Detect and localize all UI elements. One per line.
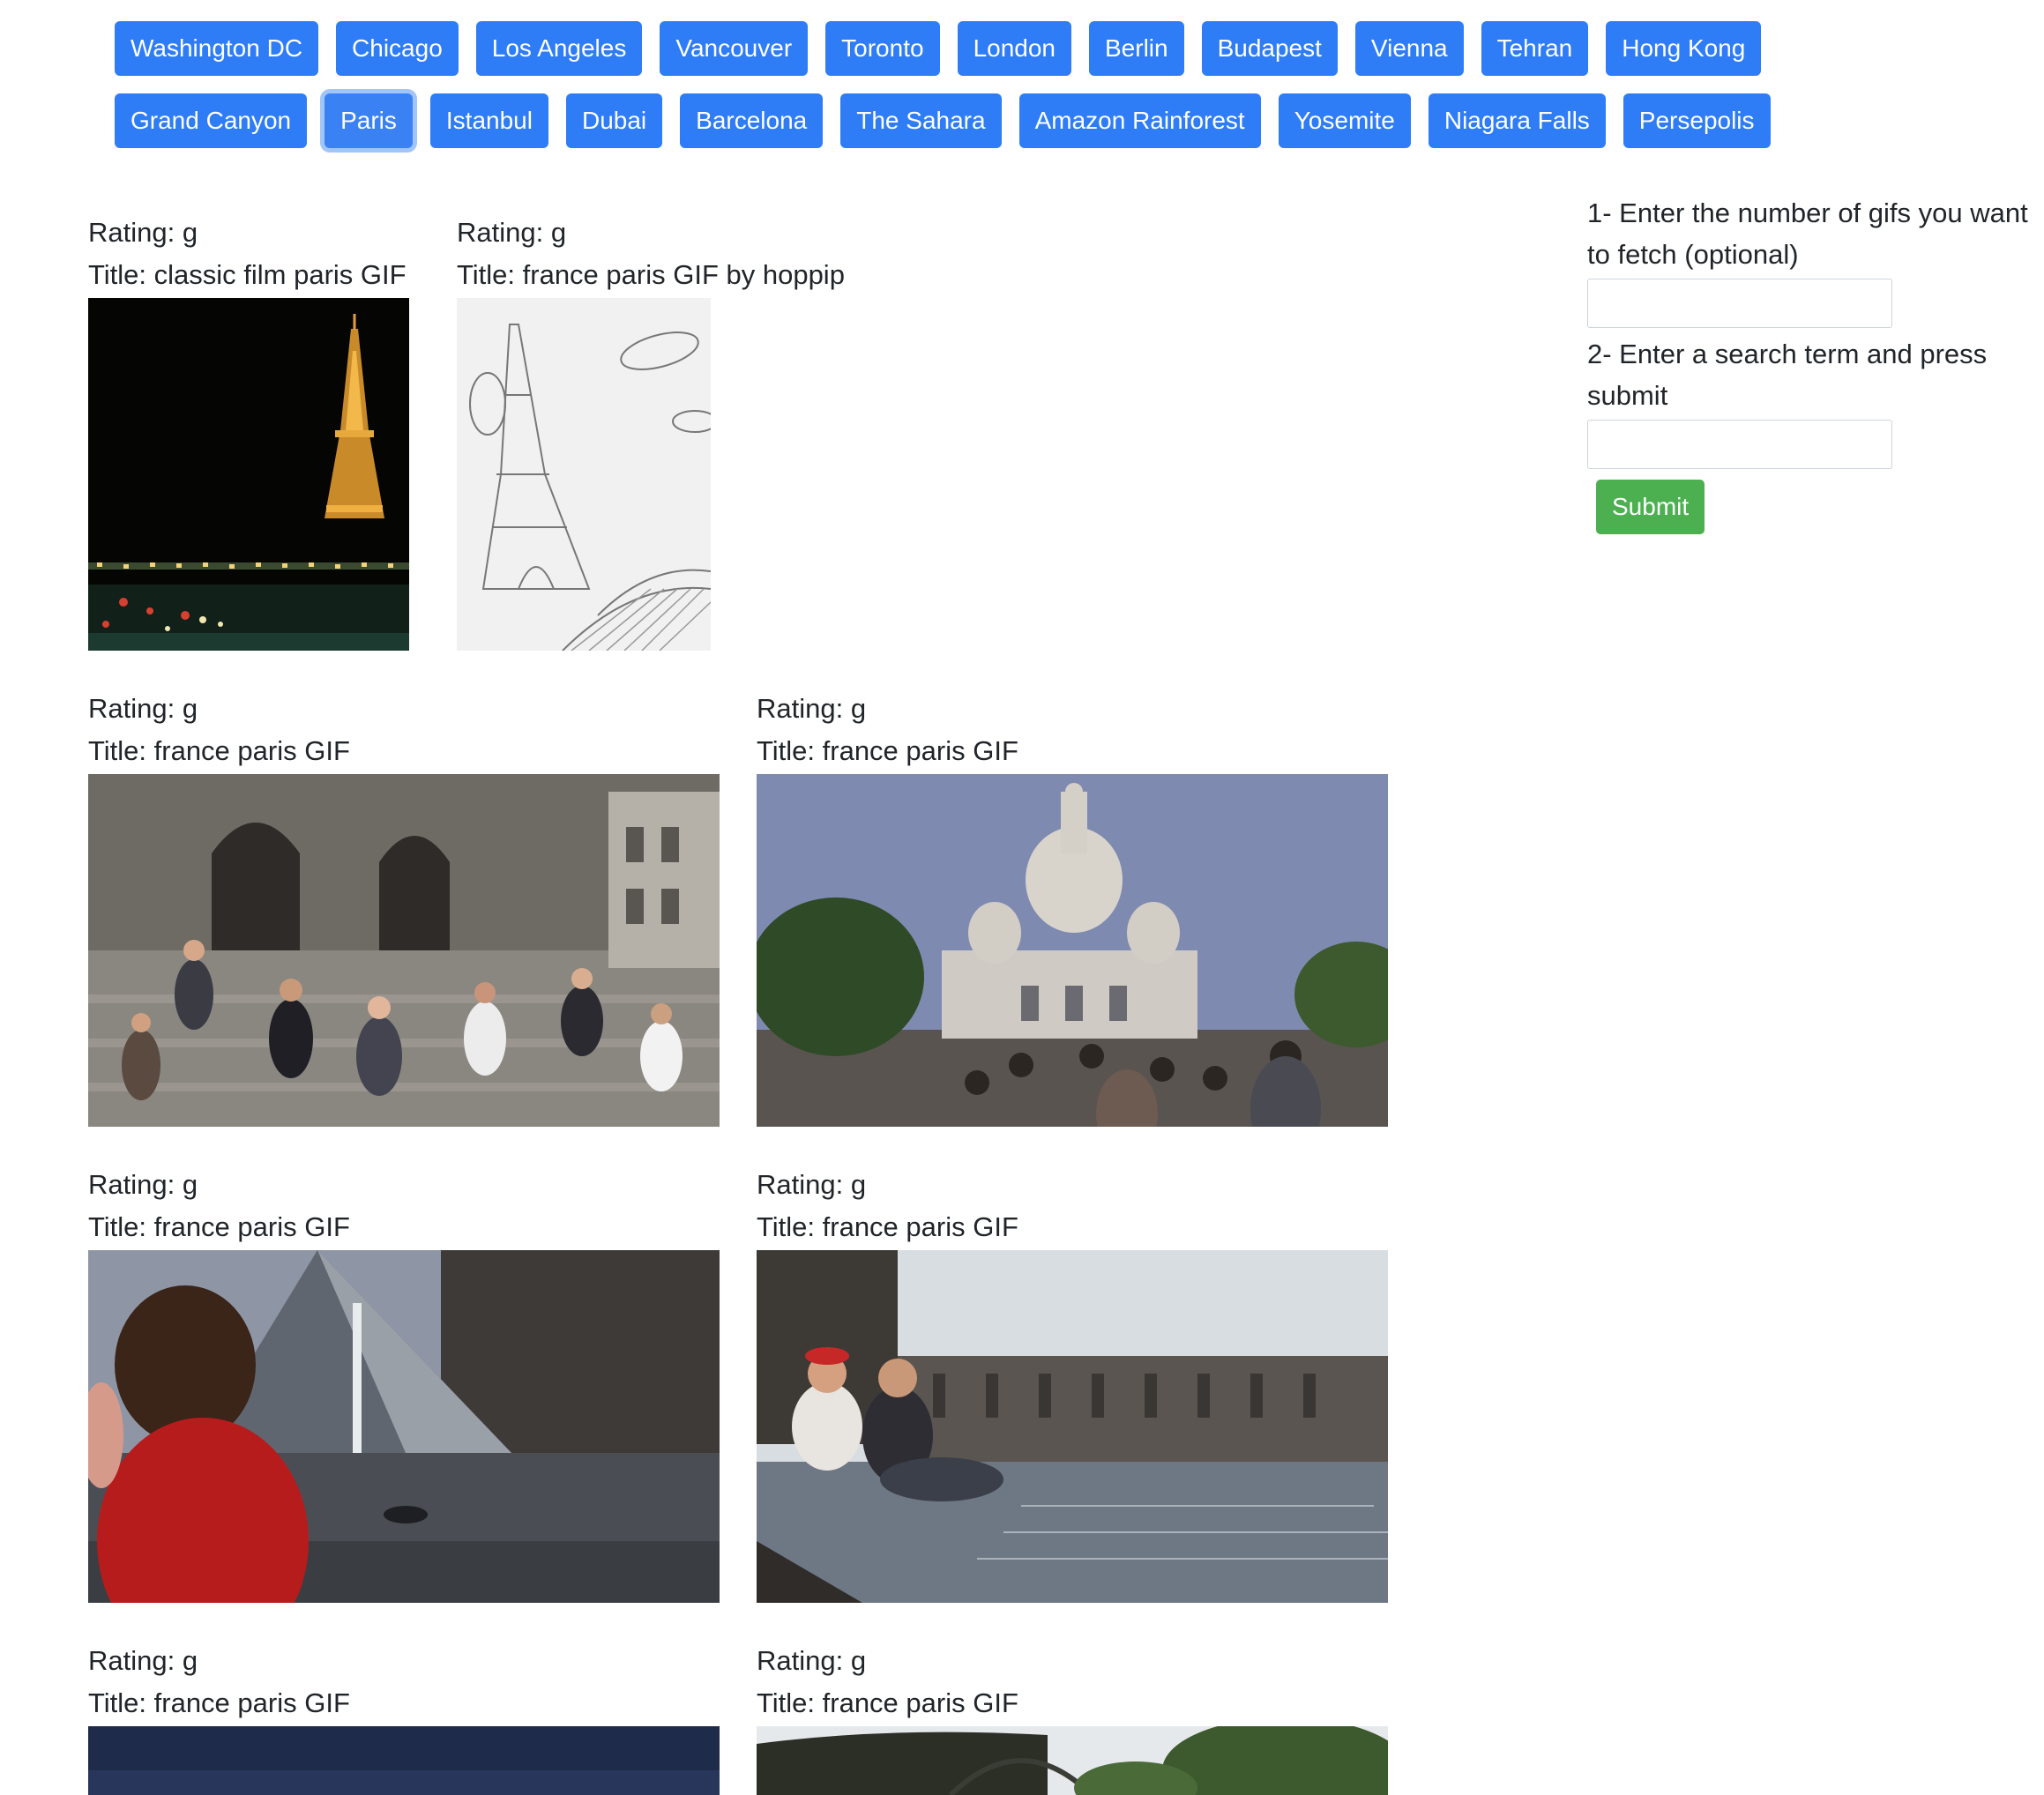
gif-card: Rating: g Title: classic film paris GIF [88,212,409,651]
gif-title: Title: france paris GIF [88,1211,350,1242]
gif-image[interactable] [457,298,711,651]
topic-button-grand-canyon[interactable]: Grand Canyon [115,93,308,148]
gif-card: Rating: g Title: france paris GIF [757,1640,1388,1795]
topic-buttons-row-2: Grand Canyon Paris Istanbul Dubai Barcel… [115,93,1771,148]
gif-title: Title: france paris GIF [757,1687,1018,1718]
topic-button-vienna[interactable]: Vienna [1354,21,1464,76]
gif-rating: Rating: g [757,693,867,724]
gif-rating: Rating: g [757,1645,867,1676]
topic-button-niagara-falls[interactable]: Niagara Falls [1428,93,1606,148]
gif-count-input[interactable] [1587,279,1892,328]
gif-image[interactable] [88,298,409,651]
topic-button-berlin[interactable]: Berlin [1089,21,1184,76]
topic-button-paris[interactable]: Paris [325,93,413,148]
gif-rating: Rating: g [88,217,198,248]
gif-image[interactable] [88,1726,720,1795]
topic-button-los-angeles[interactable]: Los Angeles [475,21,643,76]
gif-count-label: 1- Enter the number of gifs you want to … [1587,197,2028,270]
gif-title: Title: france paris GIF [88,735,350,766]
gif-card: Rating: g Title: france paris GIF [757,1164,1388,1603]
gif-card: Rating: g Title: france paris GIF [88,1164,720,1603]
gif-card: Rating: g Title: france paris GIF [757,688,1388,1127]
gif-card: Rating: g Title: france paris GIF [88,1640,720,1795]
gif-rating: Rating: g [88,1169,198,1200]
topic-button-amazon-rainforest[interactable]: Amazon Rainforest [1018,93,1261,148]
topic-button-budapest[interactable]: Budapest [1201,21,1338,76]
topic-button-yosemite[interactable]: Yosemite [1278,93,1411,148]
gif-image[interactable] [757,1726,1388,1795]
gif-image[interactable] [757,1250,1388,1603]
topic-button-persepolis[interactable]: Persepolis [1623,93,1771,148]
topic-button-toronto[interactable]: Toronto [825,21,940,76]
topic-buttons-row-1: Washington DC Chicago Los Angeles Vancou… [115,21,1762,76]
gif-image[interactable] [757,774,1388,1127]
topic-button-istanbul[interactable]: Istanbul [429,93,548,148]
gif-rating: Rating: g [88,693,198,724]
gif-title: Title: france paris GIF by hoppip [457,259,845,290]
gif-image[interactable] [88,1250,720,1603]
search-term-label: 2- Enter a search term and press submit [1587,339,1988,411]
topic-button-the-sahara[interactable]: The Sahara [840,93,1002,148]
submit-button[interactable]: Submit [1596,480,1705,534]
gif-rating: Rating: g [88,1645,198,1676]
gif-card: Rating: g Title: france paris GIF [88,688,720,1127]
gif-title: Title: france paris GIF [88,1687,350,1718]
gif-rating: Rating: g [457,217,567,248]
gif-title: Title: france paris GIF [757,735,1018,766]
gif-title: Title: france paris GIF [757,1211,1018,1242]
gif-card: Rating: g Title: france paris GIF by hop… [457,212,845,651]
topic-button-london[interactable]: London [957,21,1071,76]
topic-button-chicago[interactable]: Chicago [336,21,459,76]
gif-title: Title: classic film paris GIF [88,259,407,290]
topic-button-vancouver[interactable]: Vancouver [660,21,809,76]
search-form: 1- Enter the number of gifs you want to … [1587,192,2028,534]
gif-rating: Rating: g [757,1169,867,1200]
topic-button-barcelona[interactable]: Barcelona [680,93,824,148]
topic-button-dubai[interactable]: Dubai [565,93,663,148]
topic-button-hong-kong[interactable]: Hong Kong [1606,21,1762,76]
topic-button-tehran[interactable]: Tehran [1481,21,1589,76]
gif-image[interactable] [88,774,720,1127]
topic-button-washington-dc[interactable]: Washington DC [115,21,319,76]
search-term-input[interactable] [1587,420,1892,469]
